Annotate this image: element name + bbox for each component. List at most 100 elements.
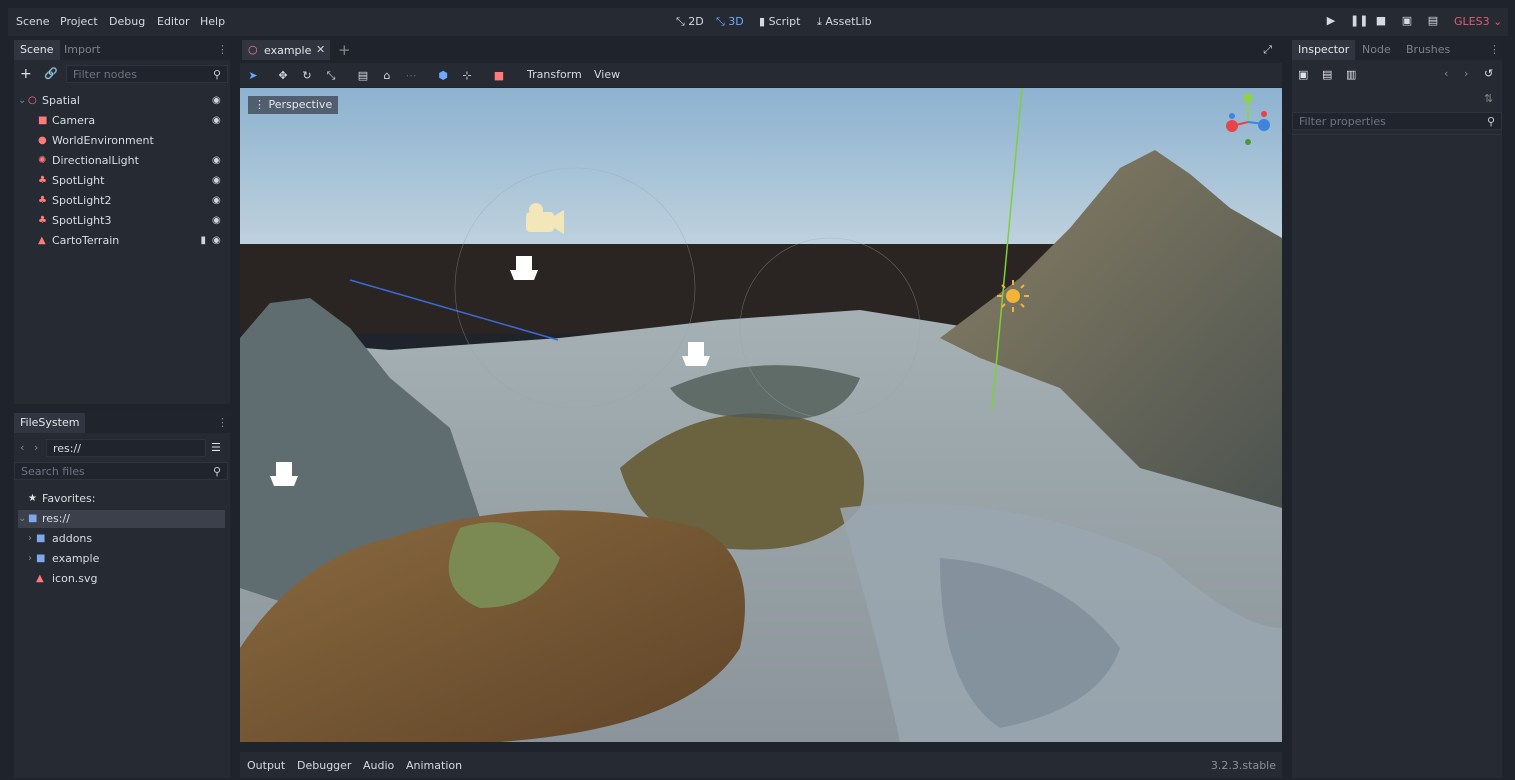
- mode-2d-button[interactable]: ⤡ 2D: [676, 15, 704, 29]
- favorites-item[interactable]: ★ Favorites:: [14, 490, 228, 508]
- visibility-eye-icon[interactable]: ◉: [212, 152, 222, 170]
- tree-item-directionallight[interactable]: ✺ DirectionalLight ◉: [14, 152, 228, 170]
- link-icon[interactable]: 🔗: [44, 67, 58, 80]
- folder-res-selected[interactable]: ⌄ ■ res://: [18, 510, 225, 528]
- snap-icon[interactable]: ⊹: [460, 69, 474, 83]
- tab-brushes[interactable]: Brushes: [1400, 40, 1456, 60]
- history-back-icon[interactable]: ‹: [1444, 67, 1448, 80]
- tab-filesystem[interactable]: FileSystem: [14, 413, 86, 433]
- chevron-down-icon: ⌄: [18, 513, 27, 524]
- close-icon[interactable]: ✕: [316, 43, 325, 56]
- filesystem-dock: FileSystem ⋮ ‹ › res:// ☰ Search files ⚲…: [14, 413, 230, 778]
- new-resource-icon[interactable]: ▣: [1298, 68, 1308, 81]
- forward-icon[interactable]: ›: [34, 441, 38, 454]
- mode-3d-button[interactable]: ⤡ 3D: [716, 15, 744, 29]
- tab-node[interactable]: Node: [1356, 40, 1397, 60]
- save-icon[interactable]: ▥: [1346, 68, 1356, 81]
- search-icon: ⚲: [212, 465, 221, 478]
- new-scene-tab-icon[interactable]: +: [338, 41, 351, 59]
- filter-properties-input[interactable]: Filter properties ⚲: [1292, 112, 1502, 130]
- renderer-selector[interactable]: GLES3 ⌄: [1454, 15, 1502, 28]
- viewport-toolbar: ➤ ✥ ↻ ⤡ ▤ ⌂ ⋯ ⬢ ⊹ ■ Transform View: [240, 63, 1282, 87]
- add-node-icon[interactable]: +: [20, 66, 32, 82]
- spotlight-icon: ♣: [38, 215, 47, 226]
- tab-debugger[interactable]: Debugger: [297, 759, 351, 772]
- transform-menu[interactable]: Transform: [527, 68, 582, 81]
- tree-item-spatial[interactable]: ⌄ ○ Spatial ◉: [14, 92, 228, 110]
- menu-dots-icon: ⋮: [254, 98, 269, 111]
- menu-debug[interactable]: Debug: [109, 15, 145, 28]
- camera-icon: ■: [38, 115, 48, 126]
- mode-assetlib-button[interactable]: ⤓ AssetLib: [817, 15, 872, 29]
- history-forward-icon[interactable]: ›: [1464, 67, 1468, 80]
- folder-icon: ■: [36, 533, 46, 544]
- 3d-viewport[interactable]: ⋮ Perspective: [240, 88, 1282, 742]
- folder-example[interactable]: › ■ example: [14, 550, 228, 568]
- menu-help[interactable]: Help: [200, 15, 225, 28]
- list-select-icon[interactable]: ▤: [356, 69, 370, 83]
- open-folder-icon[interactable]: ▤: [1322, 68, 1332, 81]
- filter-nodes-input[interactable]: Filter nodes ⚲: [66, 65, 228, 83]
- select-tool-icon[interactable]: ➤: [246, 69, 260, 83]
- local-space-icon[interactable]: ⬢: [436, 69, 450, 83]
- menu-editor[interactable]: Editor: [157, 15, 190, 28]
- menu-scene[interactable]: Scene: [16, 15, 50, 28]
- camera-preview-icon[interactable]: ■: [492, 69, 506, 83]
- back-icon[interactable]: ‹: [20, 441, 24, 454]
- inspector-dock: Inspector Node Brushes ⋮ ▣ ▤ ▥ ‹ › ↺ ⇅ F…: [1292, 40, 1502, 778]
- play-custom-scene-icon[interactable]: ▤: [1426, 14, 1440, 28]
- dock-menu-icon[interactable]: ⋮: [217, 43, 228, 56]
- play-icon[interactable]: ▶: [1324, 14, 1338, 28]
- tab-audio[interactable]: Audio: [363, 759, 394, 772]
- folder-addons[interactable]: › ■ addons: [14, 530, 228, 548]
- attached-script-icon[interactable]: ▮: [200, 232, 206, 250]
- distraction-free-icon[interactable]: ⤢: [1263, 43, 1272, 57]
- lock-icon[interactable]: ⌂: [380, 69, 394, 83]
- split-view-icon[interactable]: ☰: [211, 441, 221, 454]
- tab-inspector[interactable]: Inspector: [1292, 40, 1356, 60]
- object-history-icon[interactable]: ↺: [1484, 67, 1493, 80]
- pause-icon[interactable]: ❚❚: [1350, 14, 1368, 28]
- visibility-eye-icon[interactable]: ◉: [212, 192, 222, 210]
- filesystem-path-input[interactable]: res://: [46, 439, 206, 457]
- world-environment-icon: ●: [38, 135, 47, 146]
- spotlight-icon: ♣: [38, 175, 47, 186]
- visibility-eye-icon[interactable]: ◉: [212, 172, 222, 190]
- scale-tool-icon[interactable]: ⤡: [324, 69, 338, 83]
- play-scene-icon[interactable]: ▣: [1400, 14, 1414, 28]
- tab-animation[interactable]: Animation: [406, 759, 462, 772]
- folder-icon: ■: [36, 553, 46, 564]
- visibility-eye-icon[interactable]: ◉: [212, 92, 222, 110]
- spatial-icon: ○: [28, 95, 37, 106]
- stop-icon[interactable]: ■: [1374, 14, 1388, 28]
- file-icon-svg[interactable]: ▲ icon.svg: [14, 570, 228, 588]
- visibility-eye-icon[interactable]: ◉: [212, 212, 222, 230]
- tree-item-cartoterrain[interactable]: ▲ CartoTerrain ▮ ◉: [14, 232, 228, 250]
- terrain-icon: ▲: [38, 235, 46, 246]
- perspective-menu[interactable]: ⋮ Perspective: [248, 96, 339, 114]
- search-files-input[interactable]: Search files ⚲: [14, 462, 228, 480]
- mode-script-button[interactable]: ▮ Script: [759, 15, 800, 28]
- scene-dock-tabs: Scene Import ⋮: [14, 40, 230, 60]
- scene-dock: Scene Import ⋮ + 🔗 Filter nodes ⚲ ⌄ ○ Sp…: [14, 40, 230, 404]
- group-icon[interactable]: ⋯: [404, 69, 418, 83]
- dock-menu-icon[interactable]: ⋮: [217, 416, 228, 429]
- scene-tree: ⌄ ○ Spatial ◉ ■ Camera ◉ ● WorldEnvironm…: [14, 92, 230, 262]
- view-menu[interactable]: View: [594, 68, 620, 81]
- tree-item-camera[interactable]: ■ Camera ◉: [14, 112, 228, 130]
- menu-project[interactable]: Project: [60, 15, 98, 28]
- tree-item-worldenvironment[interactable]: ● WorldEnvironment: [14, 132, 228, 150]
- dock-menu-icon[interactable]: ⋮: [1489, 43, 1500, 56]
- rotate-tool-icon[interactable]: ↻: [300, 69, 314, 83]
- tab-scene[interactable]: Scene: [14, 40, 60, 60]
- visibility-eye-icon[interactable]: ◉: [212, 232, 222, 250]
- tree-item-spotlight2[interactable]: ♣ SpotLight2 ◉: [14, 192, 228, 210]
- move-tool-icon[interactable]: ✥: [276, 69, 290, 83]
- tree-item-spotlight[interactable]: ♣ SpotLight ◉: [14, 172, 228, 190]
- tree-item-spotlight3[interactable]: ♣ SpotLight3 ◉: [14, 212, 228, 230]
- visibility-eye-icon[interactable]: ◉: [212, 112, 222, 130]
- sort-icon[interactable]: ⇅: [1484, 92, 1493, 105]
- tab-output[interactable]: Output: [247, 759, 285, 772]
- tab-import[interactable]: Import: [58, 40, 107, 60]
- scene-tab-example[interactable]: ○ example ✕: [242, 40, 330, 60]
